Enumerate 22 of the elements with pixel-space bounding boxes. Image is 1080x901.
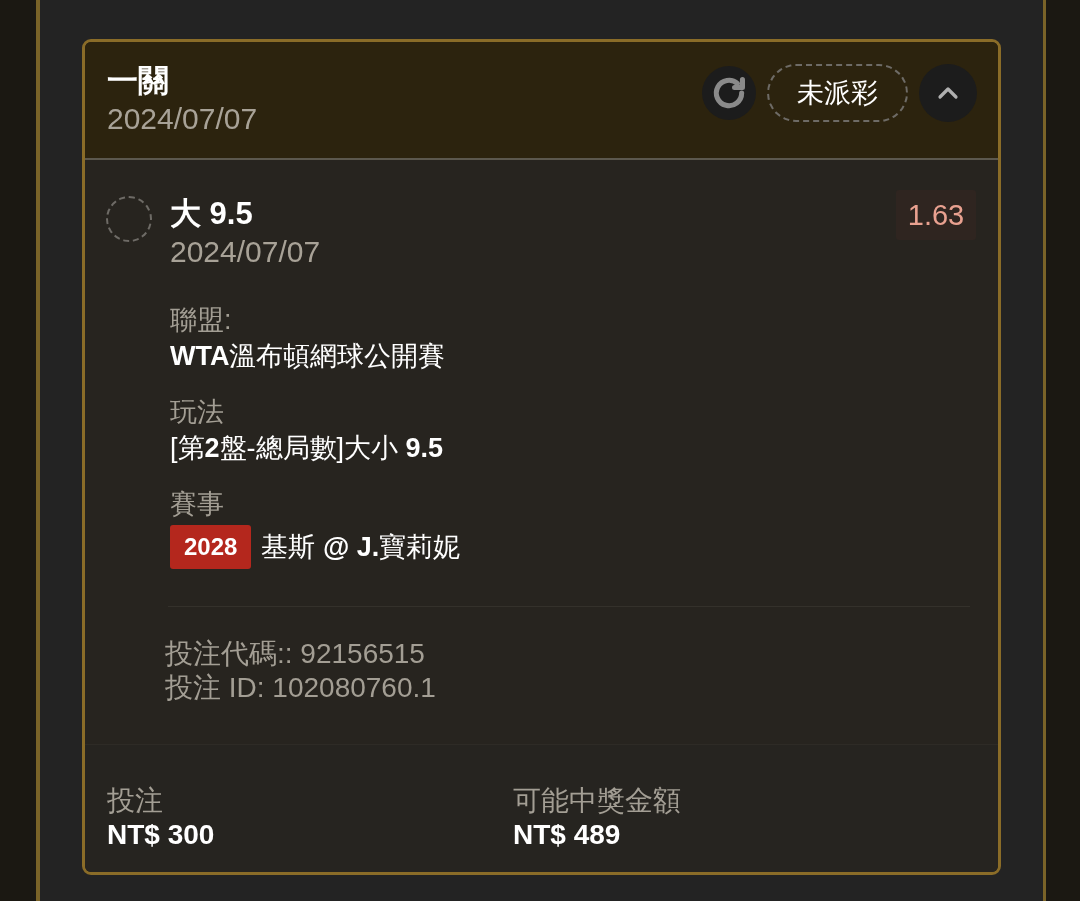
summary-label: 投注 [107, 784, 164, 818]
radio-circle-icon[interactable] [106, 196, 152, 242]
refresh-button[interactable] [702, 66, 756, 120]
chevron-up-icon [937, 86, 959, 100]
bet-date: 2024/07/07 [107, 101, 258, 137]
summary-amount: NT$ 489 [513, 818, 622, 852]
bet-code-text: 投注代碼:: 92156515 [165, 637, 426, 671]
match-number-badge: 2028 [170, 525, 252, 569]
detail-label: 賽事 [170, 488, 225, 521]
selection-pick: 大 9.5 [170, 195, 254, 233]
selection-date: 2024/07/07 [170, 234, 322, 270]
summary-label: 可能中獎金額 [513, 784, 682, 818]
bet-code-text: 投注 ID: 102080760.1 [165, 671, 437, 705]
detail-value: WTA溫布頓網球公開賽 [170, 340, 447, 373]
status-badge: 未派彩 [767, 64, 908, 122]
bet-type-title: 一關 [107, 62, 170, 100]
odds-badge: 1.63 [896, 190, 976, 240]
summary-amount: NT$ 300 [107, 818, 216, 852]
detail-label: 玩法 [170, 396, 225, 429]
detail-value: [第2盤-總局數]大小 9.5 [170, 432, 445, 465]
detail-label: 聯盟: [170, 304, 233, 337]
match-teams: 基斯 @ J.寶莉妮 [261, 531, 461, 564]
